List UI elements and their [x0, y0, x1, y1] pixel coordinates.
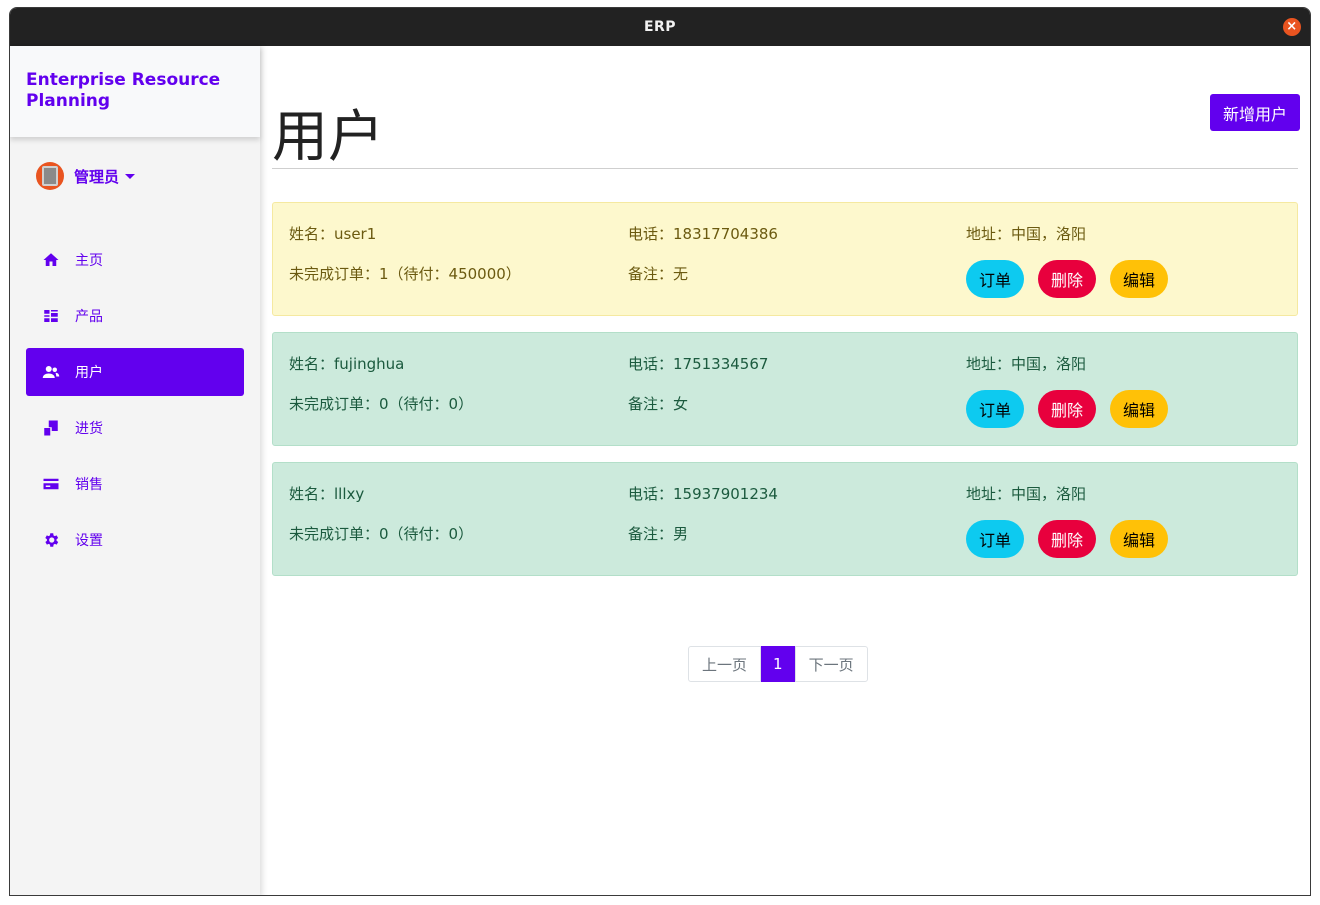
window-title: ERP [643, 19, 677, 35]
edit-button[interactable]: 编辑 [1110, 390, 1169, 428]
home-icon [43, 253, 59, 266]
app-window: ERP × Enterprise Resource Planning 管理员 主… [9, 7, 1311, 896]
user-menu[interactable]: 管理员 [36, 162, 136, 190]
user-note-field: 备注：女 [628, 395, 689, 413]
edit-button[interactable]: 编辑 [1110, 520, 1169, 558]
delete-button[interactable]: 删除 [1038, 520, 1097, 558]
user-note-field: 备注：无 [628, 265, 689, 283]
user-orders-field: 未完成订单：0（待付：0） [289, 525, 474, 543]
card-actions: 订单 删除 编辑 [966, 390, 1182, 428]
divider [272, 168, 1298, 169]
orders-button[interactable]: 订单 [966, 390, 1025, 428]
user-name-field: 姓名：fujinghua [289, 355, 405, 373]
delete-button[interactable]: 删除 [1038, 390, 1097, 428]
orders-button[interactable]: 订单 [966, 520, 1025, 558]
sidebar-item-label: 销售 [75, 477, 103, 493]
sidebar-item-label: 主页 [75, 253, 103, 269]
user-phone-field: 电话：18317704386 [628, 225, 778, 243]
prev-page-button[interactable]: 上一页 [688, 646, 762, 682]
user-orders-field: 未完成订单：1（待付：450000） [289, 265, 521, 283]
pagination: 上一页 1 下一页 [688, 646, 868, 682]
brand-title[interactable]: Enterprise Resource Planning [10, 46, 260, 137]
user-name-field: 姓名：lllxy [289, 485, 365, 503]
main-content: 用户 新增用户 姓名：user1 电话：18317704386 地址：中国，洛阳… [272, 46, 1300, 895]
user-orders-field: 未完成订单：0（待付：0） [289, 395, 474, 413]
gear-icon [45, 533, 59, 547]
sidebar-item-sales[interactable]: 销售 [26, 460, 244, 508]
sidebar-item-products[interactable]: 产品 [26, 292, 244, 340]
sidebar-item-label: 用户 [75, 365, 103, 381]
user-card: 姓名：user1 电话：18317704386 地址：中国，洛阳 未完成订单：1… [272, 202, 1298, 316]
sidebar-item-label: 设置 [75, 533, 103, 549]
close-icon[interactable]: × [1283, 18, 1301, 36]
user-address-field: 地址：中国，洛阳 [966, 485, 1087, 503]
user-address-field: 地址：中国，洛阳 [966, 355, 1087, 373]
user-note-field: 备注：男 [628, 525, 689, 543]
sidebar-item-purchase[interactable]: 进货 [26, 404, 244, 452]
sidebar-item-users[interactable]: 用户 [26, 348, 244, 396]
page-1-button[interactable]: 1 [761, 646, 795, 682]
edit-button[interactable]: 编辑 [1110, 260, 1169, 298]
card-actions: 订单 删除 编辑 [966, 520, 1182, 558]
sales-card-icon [43, 478, 59, 490]
chevron-down-icon [125, 173, 136, 179]
user-address-field: 地址：中国，洛阳 [966, 225, 1087, 243]
user-card: 姓名：fujinghua 电话：1751334567 地址：中国，洛阳 未完成订… [272, 332, 1298, 446]
products-icon [44, 310, 58, 322]
users-icon [42, 366, 60, 378]
purchase-icon [44, 420, 58, 436]
sidebar-item-home[interactable]: 主页 [26, 236, 244, 284]
add-user-button[interactable]: 新增用户 [1209, 94, 1300, 131]
sidebar-item-label: 产品 [75, 309, 103, 325]
user-phone-field: 电话：15937901234 [628, 485, 778, 503]
sidebar-item-settings[interactable]: 设置 [26, 516, 244, 564]
avatar [36, 162, 64, 190]
sidebar-nav: 主页 产品 用户 进货 销售 设置 [26, 236, 244, 572]
sidebar: Enterprise Resource Planning 管理员 主页 产品 用… [10, 46, 260, 895]
user-card: 姓名：lllxy 电话：15937901234 地址：中国，洛阳 未完成订单：0… [272, 462, 1298, 576]
title-bar: ERP × [10, 8, 1310, 46]
delete-button[interactable]: 删除 [1038, 260, 1097, 298]
user-phone-field: 电话：1751334567 [628, 355, 769, 373]
user-name-field: 姓名：user1 [289, 225, 377, 243]
card-actions: 订单 删除 编辑 [966, 260, 1182, 298]
sidebar-item-label: 进货 [75, 421, 103, 437]
orders-button[interactable]: 订单 [966, 260, 1025, 298]
next-page-button[interactable]: 下一页 [794, 646, 868, 682]
page-title: 用户 [272, 105, 384, 170]
user-name: 管理员 [74, 167, 120, 186]
